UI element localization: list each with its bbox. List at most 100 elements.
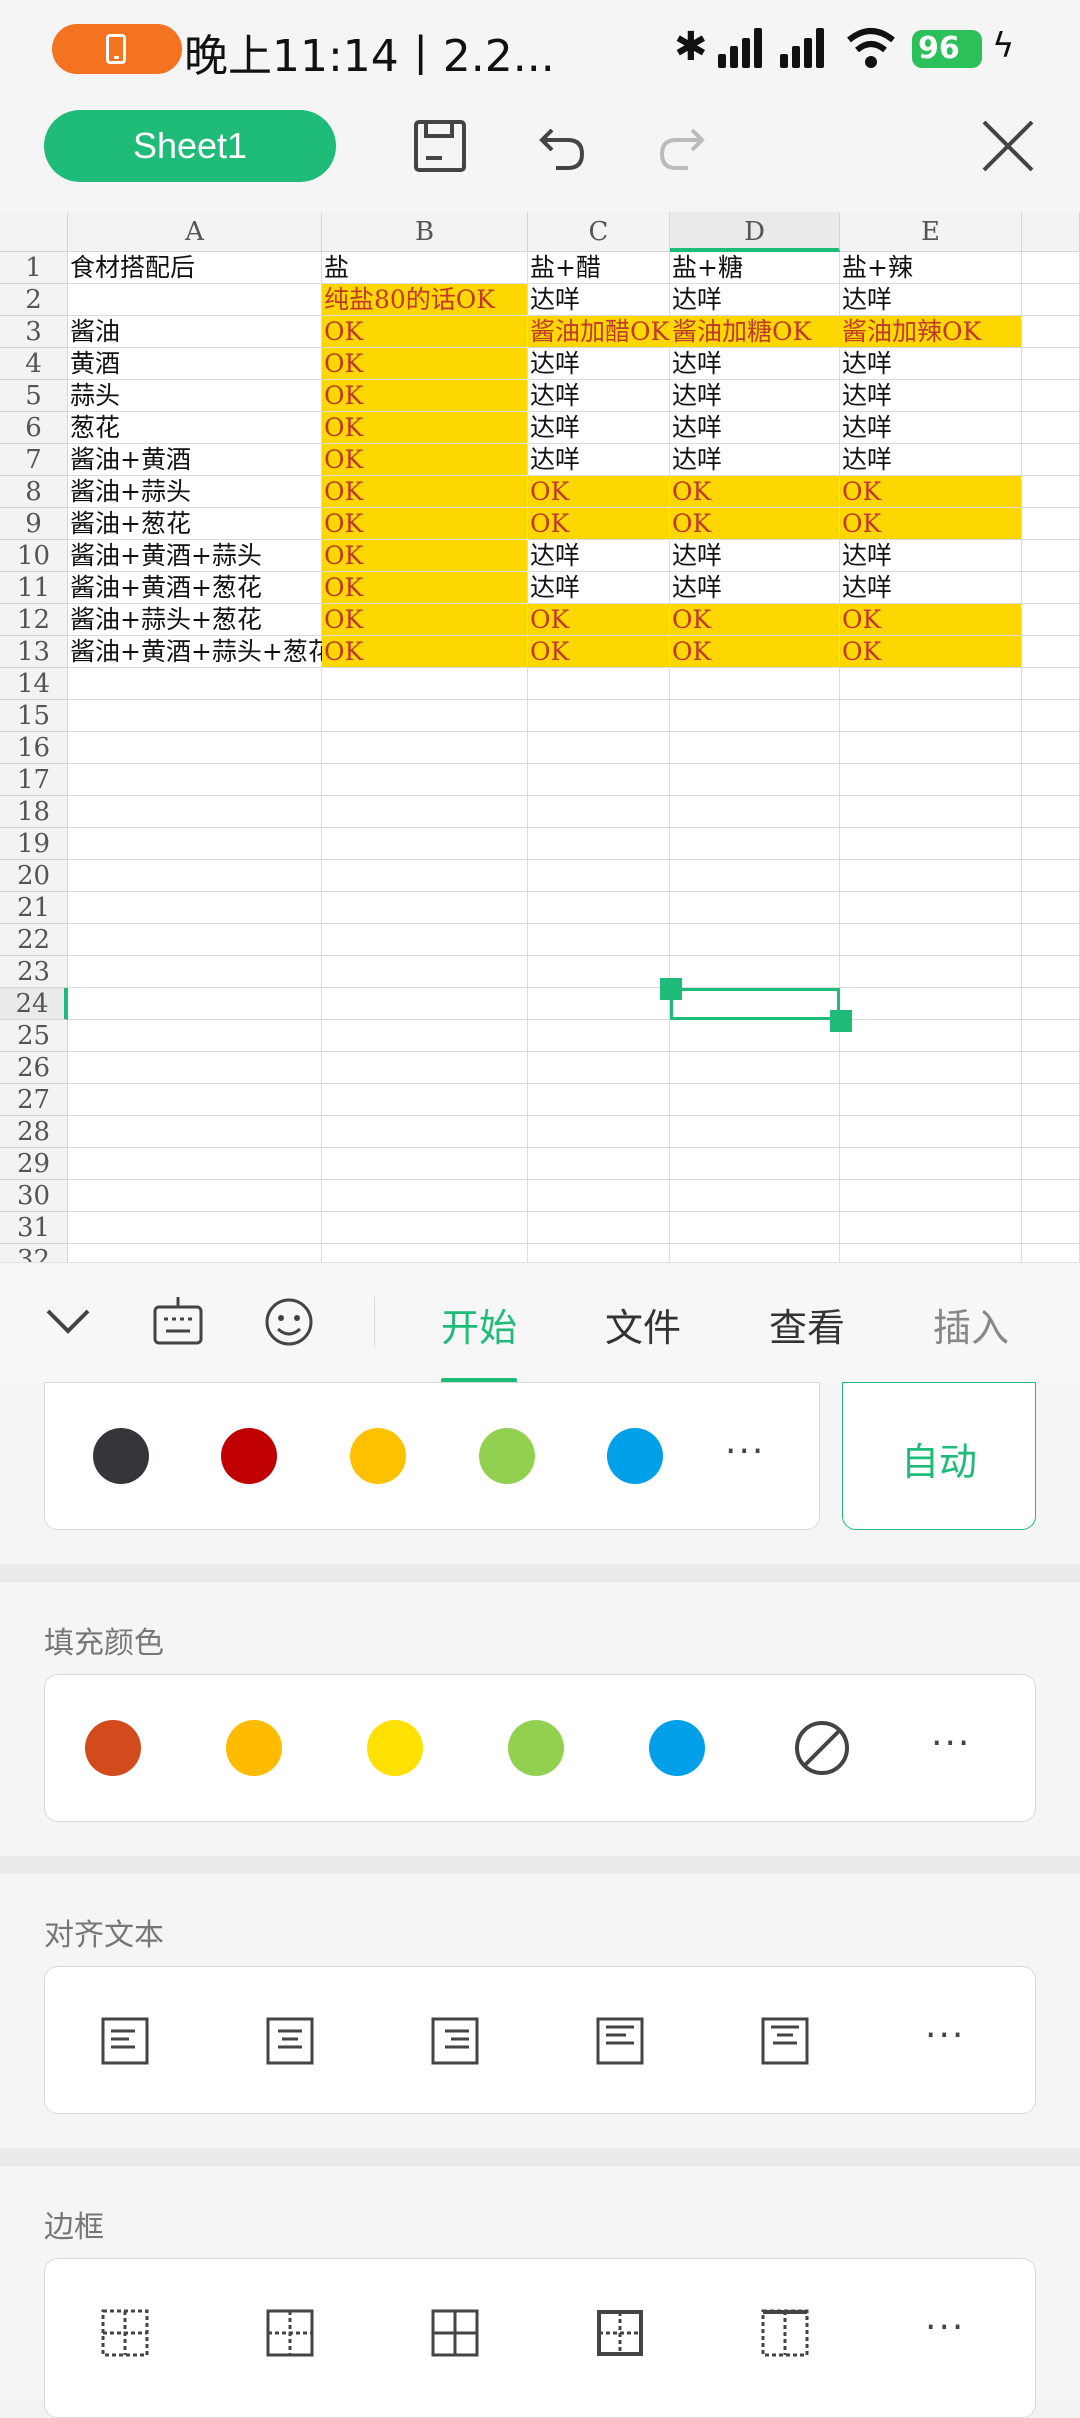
cell-B5[interactable]: OK — [322, 380, 528, 412]
font-color-swatch[interactable] — [221, 1428, 277, 1484]
cell-D22[interactable] — [670, 924, 840, 956]
cell-D4[interactable]: 达咩 — [670, 348, 840, 380]
cell-C7[interactable]: 达咩 — [528, 444, 670, 476]
undo-icon[interactable] — [526, 110, 598, 182]
cell-B9[interactable]: OK — [322, 508, 528, 540]
cell-C32[interactable] — [528, 1244, 670, 1262]
cell-B32[interactable] — [322, 1244, 528, 1262]
row-header[interactable]: 15 — [0, 700, 68, 732]
cell-D30[interactable] — [670, 1180, 840, 1212]
fill-color-swatch[interactable] — [508, 1720, 564, 1776]
cell-F26[interactable] — [1022, 1052, 1080, 1084]
row-header[interactable]: 17 — [0, 764, 68, 796]
cell-E31[interactable] — [840, 1212, 1022, 1244]
border-top-icon[interactable] — [761, 2309, 809, 2357]
cell-D28[interactable] — [670, 1116, 840, 1148]
row-header[interactable]: 16 — [0, 732, 68, 764]
cell-D10[interactable]: 达咩 — [670, 540, 840, 572]
cell-B6[interactable]: OK — [322, 412, 528, 444]
cell-C30[interactable] — [528, 1180, 670, 1212]
cell-F24[interactable] — [1022, 988, 1080, 1020]
cell-A19[interactable] — [68, 828, 322, 860]
cell-E20[interactable] — [840, 860, 1022, 892]
cell-B13[interactable]: OK — [322, 636, 528, 668]
cell-B25[interactable] — [322, 1020, 528, 1052]
cell-E24[interactable] — [840, 988, 1022, 1020]
cell-C24[interactable] — [528, 988, 670, 1020]
cell-D29[interactable] — [670, 1148, 840, 1180]
save-icon[interactable] — [404, 110, 476, 182]
font-color-swatch[interactable] — [93, 1428, 149, 1484]
border-none-icon[interactable] — [101, 2309, 149, 2357]
row-header[interactable]: 11 — [0, 572, 68, 604]
cell-F5[interactable] — [1022, 380, 1080, 412]
cell-B20[interactable] — [322, 860, 528, 892]
cell-B24[interactable] — [322, 988, 528, 1020]
spreadsheet-grid[interactable]: A B C D E 1 食材搭配后盐盐+醋 盐+糖 盐+辣 2 纯盐80的话OK 达咩 达咩 达咩 3 酱油 O… — [0, 212, 1080, 1262]
cell-D21[interactable] — [670, 892, 840, 924]
auto-color-button[interactable]: 自动 — [842, 1382, 1036, 1530]
column-header-A[interactable]: A — [68, 212, 322, 252]
cell-A5[interactable]: 蒜头 — [68, 380, 322, 412]
cell-B28[interactable] — [322, 1116, 528, 1148]
cell-A7[interactable]: 酱油+黄酒 — [68, 444, 322, 476]
cell-A6[interactable]: 葱花 — [68, 412, 322, 444]
cell-C15[interactable] — [528, 700, 670, 732]
cell-B15[interactable] — [322, 700, 528, 732]
cell-F28[interactable] — [1022, 1116, 1080, 1148]
fill-color-swatch[interactable] — [649, 1720, 705, 1776]
border-all-icon[interactable] — [431, 2309, 479, 2357]
cell-A14[interactable] — [68, 668, 322, 700]
cell-E14[interactable] — [840, 668, 1022, 700]
cell-C14[interactable] — [528, 668, 670, 700]
cell-B16[interactable] — [322, 732, 528, 764]
more-border-button[interactable]: ··· — [925, 2307, 965, 2348]
no-fill-icon[interactable] — [793, 1719, 851, 1777]
row-header[interactable]: 5 — [0, 380, 68, 412]
align-top-center-icon[interactable] — [761, 2017, 809, 2065]
cell-B27[interactable] — [322, 1084, 528, 1116]
cell-F3[interactable] — [1022, 316, 1080, 348]
cell-B8[interactable]: OK — [322, 476, 528, 508]
cell-E26[interactable] — [840, 1052, 1022, 1084]
column-header-C[interactable]: C — [528, 212, 670, 252]
cell-F32[interactable] — [1022, 1244, 1080, 1262]
row-header[interactable]: 3 — [0, 316, 68, 348]
close-icon[interactable] — [972, 110, 1044, 182]
cell-D17[interactable] — [670, 764, 840, 796]
cell-A11[interactable]: 酱油+黄酒+葱花 — [68, 572, 322, 604]
row-header[interactable]: 25 — [0, 1020, 68, 1052]
cell-D25[interactable] — [670, 1020, 840, 1052]
row-header[interactable]: 29 — [0, 1148, 68, 1180]
cell-A28[interactable] — [68, 1116, 322, 1148]
cell-D16[interactable] — [670, 732, 840, 764]
cell-C17[interactable] — [528, 764, 670, 796]
row-header[interactable]: 4 — [0, 348, 68, 380]
row-header[interactable]: 28 — [0, 1116, 68, 1148]
cell-E10[interactable]: 达咩 — [840, 540, 1022, 572]
cell-F15[interactable] — [1022, 700, 1080, 732]
tab-insert[interactable]: 插入 — [933, 1297, 1009, 1352]
cell-C31[interactable] — [528, 1212, 670, 1244]
row-header[interactable]: 32 — [0, 1244, 68, 1262]
border-outside-thick-icon[interactable] — [596, 2309, 644, 2357]
selected-cell-outline[interactable] — [670, 988, 840, 1020]
cell-D32[interactable] — [670, 1244, 840, 1262]
cell-A26[interactable] — [68, 1052, 322, 1084]
cell-E11[interactable]: 达咩 — [840, 572, 1022, 604]
cell-C6[interactable]: 达咩 — [528, 412, 670, 444]
cell-A29[interactable] — [68, 1148, 322, 1180]
row-header[interactable]: 9 — [0, 508, 68, 540]
cell-F21[interactable] — [1022, 892, 1080, 924]
cell-E15[interactable] — [840, 700, 1022, 732]
grid-corner[interactable] — [0, 212, 68, 252]
cell-C19[interactable] — [528, 828, 670, 860]
cell-E23[interactable] — [840, 956, 1022, 988]
cell-B7[interactable]: OK — [322, 444, 528, 476]
cell-F30[interactable] — [1022, 1180, 1080, 1212]
cell-E9[interactable]: OK — [840, 508, 1022, 540]
keyboard-icon[interactable] — [152, 1295, 204, 1347]
cell-E21[interactable] — [840, 892, 1022, 924]
tab-start[interactable]: 开始 — [441, 1297, 517, 1352]
cell-E25[interactable] — [840, 1020, 1022, 1052]
